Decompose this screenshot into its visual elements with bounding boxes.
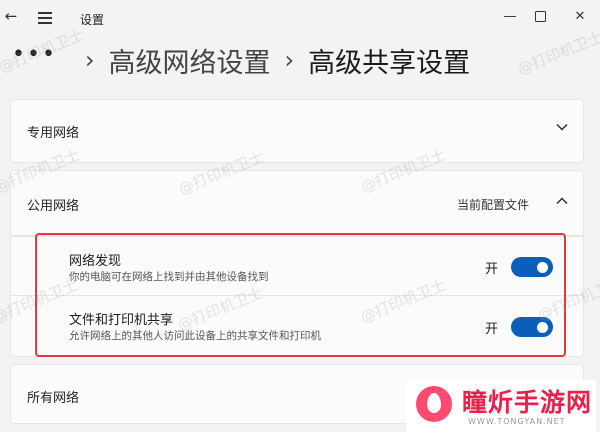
maximize-icon[interactable] [520,4,560,30]
site-logo: 瞳炘手游网 WWW.TONGYAN.NET [406,380,596,432]
chevron-right-icon: › [84,46,95,74]
breadcrumb: ••• › 高级网络设置 › 高级共享设置 [12,40,470,80]
all-networks-label: 所有网络 [27,391,80,406]
private-network-section[interactable]: 专用网络 [10,99,584,163]
public-network-label: 公用网络 [27,199,80,214]
flame-logo-icon [416,386,452,422]
hamburger-menu-icon[interactable] [38,12,52,27]
close-icon[interactable]: ✕ [560,4,600,30]
more-breadcrumb-icon[interactable]: ••• [12,42,57,67]
public-network-section[interactable]: 公用网络 当前配置文件 [10,170,584,236]
chevron-right-icon: › [284,46,295,74]
private-network-label: 专用网络 [27,126,80,141]
current-profile-label: 当前配置文件 [457,198,530,212]
breadcrumb-advanced-network-settings[interactable]: 高级网络设置 [109,41,271,80]
page-title: 高级共享设置 [308,47,471,79]
back-arrow-icon[interactable]: ← [0,4,22,28]
logo-name: 瞳炘手游网 [462,388,593,417]
highlight-box [35,233,566,357]
logo-url: WWW.TONGYAN.NET [468,417,566,426]
chevron-down-icon[interactable] [555,120,569,138]
chevron-up-icon[interactable] [555,194,569,212]
app-title: 设置 [80,13,105,27]
title-bar: ← 设置 — ✕ [0,0,600,36]
